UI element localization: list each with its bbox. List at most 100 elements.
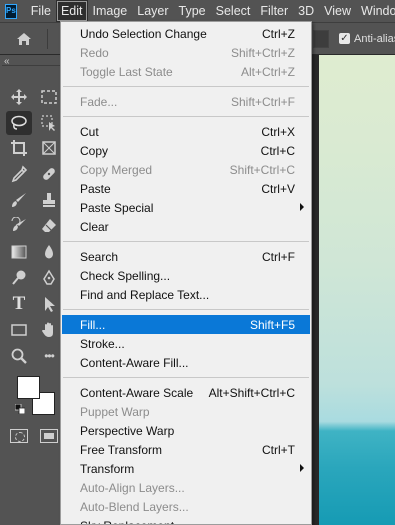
menu-item-shortcut: Ctrl+T (262, 442, 295, 457)
toolbar-divider (2, 65, 62, 66)
path-selection-icon (45, 297, 55, 312)
marquee-tool[interactable] (36, 85, 62, 109)
frame-icon (42, 141, 56, 155)
menu-layer[interactable]: Layer (132, 0, 173, 22)
home-icon (17, 33, 31, 45)
menu-item-label: Copy Merged (80, 162, 153, 177)
document-image[interactable] (319, 55, 395, 525)
menu-type[interactable]: Type (174, 0, 211, 22)
move-tool[interactable] (6, 85, 32, 109)
eraser-tool[interactable] (36, 214, 62, 238)
menu-select[interactable]: Select (211, 0, 256, 22)
menu-item-label: Free Transform (80, 442, 163, 457)
menu-item-cut[interactable]: Cut Ctrl+X (62, 122, 310, 141)
lasso-tool[interactable] (6, 111, 32, 135)
menu-item-label: Paste Special (80, 200, 154, 215)
crop-icon (11, 140, 27, 156)
more-icon: ••• (44, 349, 55, 363)
menu-item-check-spelling[interactable]: Check Spelling... (62, 266, 310, 285)
object-selection-icon (41, 115, 55, 131)
menu-item-perspective-warp[interactable]: Perspective Warp (62, 421, 310, 440)
anti-alias-checkbox[interactable]: ✓ (339, 33, 350, 44)
menu-item-copy[interactable]: Copy Ctrl+C (62, 141, 310, 160)
menu-item-paste-special[interactable]: Paste Special (62, 198, 310, 217)
menu-item-auto-blend-layers: Auto-Blend Layers... (62, 497, 310, 516)
healing-brush-tool[interactable] (36, 162, 62, 186)
menu-window[interactable]: Windo (356, 0, 395, 22)
menu-item-paste[interactable]: Paste Ctrl+V (62, 179, 310, 198)
type-tool[interactable]: T (6, 292, 32, 316)
history-brush-tool[interactable] (6, 214, 32, 238)
menu-item-sky-replacement[interactable]: Sky Replacement... (62, 516, 310, 525)
menu-3d[interactable]: 3D (293, 0, 319, 22)
menu-item-label: Content-Aware Scale (80, 385, 194, 400)
menu-item-label: Redo (80, 45, 109, 60)
menu-item-stroke[interactable]: Stroke... (62, 334, 310, 353)
foreground-color-swatch[interactable] (17, 376, 40, 399)
menu-item-label: Undo Selection Change (80, 26, 207, 41)
tools-panel: « T ••• (0, 55, 65, 525)
edit-menu-dropdown: Undo Selection Change Ctrl+Z Redo Shift+Ctr… (60, 21, 312, 525)
menu-item-toggle-last-state: Toggle Last State Alt+Ctrl+Z (62, 62, 310, 81)
menu-separator (63, 309, 309, 310)
menu-item-content-aware-scale[interactable]: Content-Aware Scale Alt+Shift+Ctrl+C (62, 383, 310, 402)
rectangle-tool[interactable] (6, 318, 32, 342)
gradient-icon (11, 245, 27, 259)
menu-item-shortcut: Ctrl+Z (262, 26, 295, 41)
object-selection-tool[interactable] (36, 111, 62, 135)
move-icon (11, 89, 27, 105)
menu-item-search[interactable]: Search Ctrl+F (62, 247, 310, 266)
menu-item-shortcut: Ctrl+V (261, 181, 295, 196)
dodge-tool[interactable] (6, 266, 32, 290)
hand-tool[interactable] (36, 318, 62, 342)
clone-stamp-tool[interactable] (36, 188, 62, 212)
menu-item-transform[interactable]: Transform (62, 459, 310, 478)
default-colors-icon[interactable] (15, 404, 25, 414)
menu-item-shortcut: Shift+Ctrl+C (229, 162, 295, 177)
menu-item-clear[interactable]: Clear (62, 217, 310, 236)
crop-tool[interactable] (6, 136, 32, 160)
menu-item-label: Copy (80, 143, 109, 158)
menu-item-label: Auto-Blend Layers... (80, 499, 189, 514)
type-icon: T (12, 293, 26, 314)
more-tools[interactable]: ••• (36, 344, 62, 368)
menu-item-undo-selection-change[interactable]: Undo Selection Change Ctrl+Z (62, 24, 310, 43)
menu-filter[interactable]: Filter (255, 0, 293, 22)
screen-mode-icon[interactable] (40, 429, 58, 443)
menu-item-label: Auto-Align Layers... (80, 480, 185, 495)
menu-separator (63, 241, 309, 242)
brush-tool[interactable] (6, 188, 32, 212)
pen-tool[interactable] (36, 266, 62, 290)
menu-bar: Ps File Edit Image Layer Type Select Filter 3D V… (0, 0, 395, 22)
menu-item-find-and-replace-text[interactable]: Find and Replace Text... (62, 285, 310, 304)
eyedropper-tool[interactable] (6, 162, 32, 186)
menu-separator (63, 116, 309, 117)
menu-item-label: Cut (80, 124, 99, 139)
menu-item-shortcut: Shift+Ctrl+Z (230, 45, 295, 60)
options-field[interactable] (313, 30, 329, 48)
path-selection-tool[interactable] (36, 292, 62, 316)
anti-alias-label: Anti-alias (354, 33, 395, 45)
menu-item-shortcut: Ctrl+X (261, 124, 295, 139)
frame-tool[interactable] (36, 136, 62, 160)
menu-item-content-aware-fill[interactable]: Content-Aware Fill... (62, 353, 310, 372)
menu-item-fill[interactable]: Fill... Shift+F5 (62, 315, 310, 334)
menu-item-label: Transform (80, 461, 135, 476)
menu-item-free-transform[interactable]: Free Transform Ctrl+T (62, 440, 310, 459)
gradient-tool[interactable] (6, 240, 32, 264)
menu-edit[interactable]: Edit (55, 0, 88, 22)
menu-view[interactable]: View (319, 0, 356, 22)
healing-brush-icon (43, 168, 55, 180)
menu-item-label: Perspective Warp (80, 423, 175, 438)
menu-item-label: Paste (80, 181, 111, 196)
menu-item-label: Puppet Warp (80, 404, 150, 419)
menu-file[interactable]: File (26, 0, 56, 22)
menu-image[interactable]: Image (88, 0, 133, 22)
eyedropper-icon (11, 165, 28, 183)
quick-mask-icon[interactable] (10, 429, 28, 443)
eraser-icon (42, 219, 56, 232)
blur-tool[interactable] (36, 240, 62, 264)
zoom-tool[interactable] (6, 344, 32, 368)
home-button[interactable] (4, 26, 44, 52)
menu-separator (63, 86, 309, 87)
